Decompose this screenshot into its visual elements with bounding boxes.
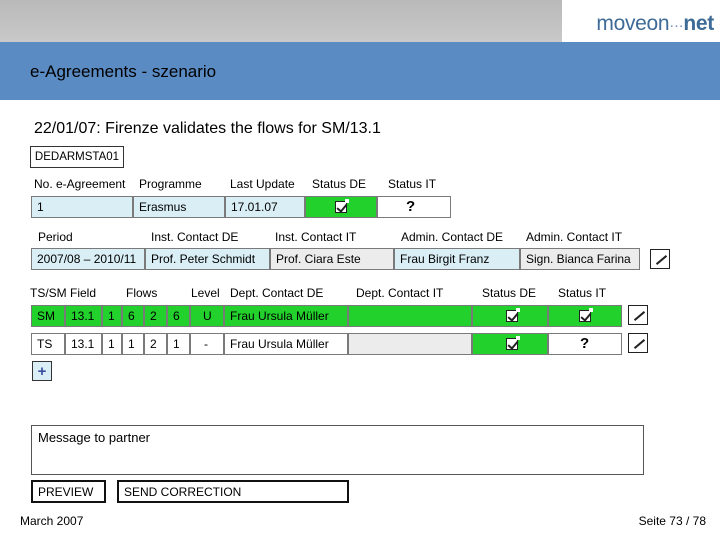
row-level[interactable]: - [190, 333, 224, 355]
row-type[interactable]: TS [31, 333, 65, 355]
scenario-subtitle: 22/01/07: Firenze validates the flows fo… [34, 120, 381, 137]
edit-row-button[interactable] [628, 333, 648, 353]
header-flows: Flows [126, 286, 158, 300]
agreement-last-update[interactable]: 17.01.07 [225, 196, 305, 218]
row-status-de[interactable] [472, 305, 548, 327]
checked-box-icon [506, 336, 520, 350]
row-flow-3[interactable]: 2 [144, 333, 167, 355]
header-level: Level [191, 286, 220, 300]
inst-contact-it-value[interactable]: Prof. Ciara Este [270, 248, 394, 270]
pencil-icon [633, 339, 646, 349]
page-title: e-Agreements - szenario [30, 62, 217, 81]
row-flow-1[interactable]: 1 [102, 333, 122, 355]
row-flow-2[interactable]: 6 [122, 305, 144, 327]
row-field[interactable]: 13.1 [65, 333, 102, 355]
row-flow-4[interactable]: 1 [167, 333, 190, 355]
message-to-partner-field[interactable]: Message to partner [31, 425, 644, 475]
period-value[interactable]: 2007/08 – 2010/11 [31, 248, 145, 270]
agreement-number[interactable]: 1 [31, 196, 133, 218]
status-unknown: ? [406, 198, 416, 215]
row-flow-1[interactable]: 1 [102, 305, 122, 327]
footer-date: March 2007 [20, 514, 84, 528]
header-period: Period [38, 230, 73, 244]
edit-row-button[interactable] [628, 305, 648, 325]
agreement-code: DEDARMSTA01 [30, 146, 124, 168]
inst-contact-de-value[interactable]: Prof. Peter Schmidt [145, 248, 270, 270]
agreement-programme[interactable]: Erasmus [133, 196, 225, 218]
header-status-de: Status DE [312, 177, 367, 191]
agreement-status-it[interactable]: ? [377, 196, 451, 218]
row-flow-2[interactable]: 1 [122, 333, 144, 355]
checked-box-icon [579, 308, 593, 322]
row-level[interactable]: U [190, 305, 224, 327]
status-unknown: ? [580, 335, 590, 352]
header-status-it: Status IT [388, 177, 437, 191]
send-correction-button[interactable]: SEND CORRECTION [117, 480, 349, 503]
row-status-it[interactable] [548, 305, 622, 327]
admin-contact-it-value[interactable]: Sign. Bianca Farina [520, 248, 640, 270]
pencil-icon [655, 255, 668, 265]
header-flows-status-it: Status IT [558, 286, 607, 300]
row-dept-contact-de[interactable]: Frau Ursula Müller [224, 305, 348, 327]
row-dept-contact-it[interactable] [348, 305, 472, 327]
checked-box-icon [506, 308, 520, 322]
preview-button[interactable]: PREVIEW [31, 480, 106, 503]
row-status-de[interactable] [472, 333, 548, 355]
header-inst-contact-it: Inst. Contact IT [275, 230, 357, 244]
row-field[interactable]: 13.1 [65, 305, 102, 327]
header-dept-contact-it: Dept. Contact IT [356, 286, 444, 300]
pencil-icon [633, 311, 646, 321]
header-no-agreement: No. e-Agreement [34, 177, 126, 191]
header-ts-sm: TS/SM Field [30, 286, 97, 300]
admin-contact-de-value[interactable]: Frau Birgit Franz [394, 248, 520, 270]
row-flow-3[interactable]: 2 [144, 305, 167, 327]
checked-box-icon [335, 199, 349, 213]
row-status-it[interactable]: ? [548, 333, 622, 355]
header-programme: Programme [139, 177, 202, 191]
page-number: Seite 73 / 78 [638, 514, 706, 528]
header-flows-status-de: Status DE [482, 286, 537, 300]
header-dept-contact-de: Dept. Contact DE [230, 286, 324, 300]
row-flow-4[interactable]: 6 [167, 305, 190, 327]
add-flow-button[interactable]: + [32, 361, 52, 381]
moveon-logo: moveon···net [596, 12, 714, 35]
row-type[interactable]: SM [31, 305, 65, 327]
header-inst-contact-de: Inst. Contact DE [151, 230, 239, 244]
header-admin-contact-it: Admin. Contact IT [526, 230, 623, 244]
logo-area: moveon···net [562, 0, 720, 42]
row-dept-contact-de[interactable]: Frau Ursula Müller [224, 333, 348, 355]
edit-contacts-button[interactable] [650, 249, 670, 269]
header-admin-contact-de: Admin. Contact DE [401, 230, 504, 244]
agreement-status-de[interactable] [305, 196, 377, 218]
header-last-update: Last Update [230, 177, 295, 191]
row-dept-contact-it[interactable] [348, 333, 472, 355]
